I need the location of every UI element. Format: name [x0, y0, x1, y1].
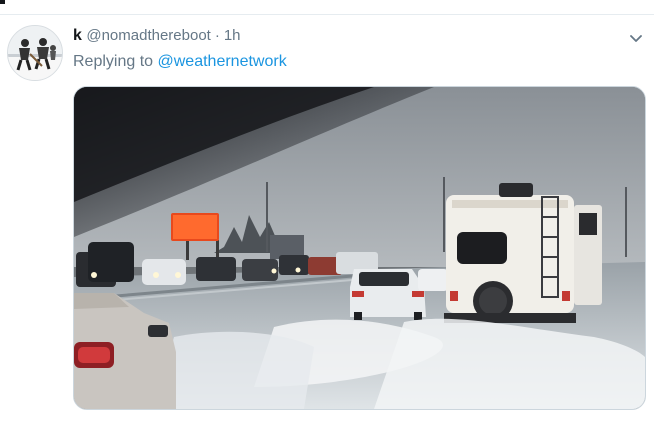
top-strip-edge: [0, 0, 5, 4]
top-strip: [0, 0, 654, 15]
replying-to-label: Replying to: [73, 53, 154, 70]
separator-dot: ·: [214, 27, 220, 44]
tweet-header: k @nomadthereboot · 1h: [73, 26, 241, 46]
tweet-timestamp[interactable]: 1h: [224, 27, 241, 44]
chevron-down-icon[interactable]: [627, 29, 645, 47]
replying-to-mention[interactable]: @weathernetwork: [158, 53, 287, 70]
highway-photo: [74, 87, 645, 409]
avatar-image: [8, 26, 62, 80]
tweet-photo[interactable]: [73, 86, 646, 410]
display-name[interactable]: k: [73, 27, 82, 44]
replying-to-line: Replying to @weathernetwork: [73, 52, 287, 72]
user-handle[interactable]: @nomadthereboot: [86, 27, 210, 44]
avatar[interactable]: [7, 25, 63, 81]
